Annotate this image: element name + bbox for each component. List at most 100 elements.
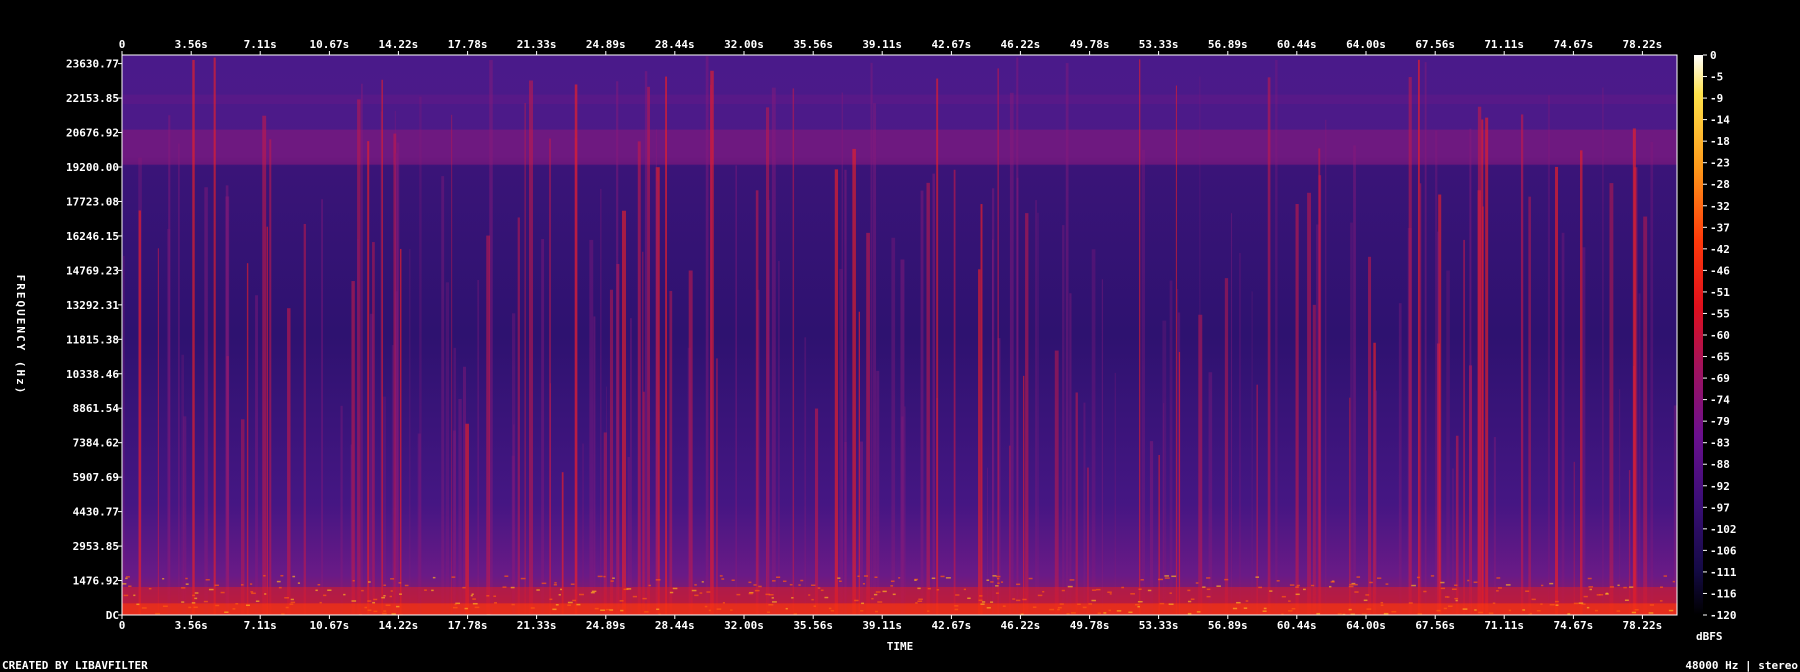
colorbar-tick-label: -18 (1710, 135, 1730, 148)
y-tick-label: 10338.46 (66, 368, 119, 381)
harmonic-speckle (1288, 600, 1291, 602)
harmonic-speckle (1196, 611, 1201, 613)
harmonic-speckle (890, 585, 894, 587)
transient-streak (287, 308, 291, 615)
transient-streak (1162, 320, 1167, 615)
harmonic-speckle (181, 587, 186, 589)
harmonic-speckle (1002, 605, 1006, 607)
harmonic-speckle (875, 591, 881, 593)
harmonic-speckle (1330, 581, 1335, 583)
harmonic-speckle (552, 608, 557, 611)
harmonic-speckle (1061, 589, 1065, 592)
harmonic-speckle (1281, 595, 1286, 598)
harmonic-speckle (203, 600, 208, 603)
transient-streak (1353, 145, 1356, 615)
harmonic-speckle (1302, 588, 1306, 591)
x-tick-label-bottom: 21.33s (517, 619, 557, 632)
harmonic-speckle (1295, 593, 1300, 596)
harmonic-speckle (383, 610, 387, 612)
harmonic-speckle (285, 606, 289, 609)
transient-streak (997, 68, 999, 615)
harmonic-speckle (125, 577, 128, 580)
harmonic-speckle (1648, 612, 1654, 614)
harmonic-speckle (464, 607, 468, 610)
harmonic-speckle (1289, 584, 1295, 586)
x-tick-label-top: 32.00s (724, 38, 764, 51)
y-tick-label: 8861.54 (73, 402, 120, 415)
harmonic-speckle (861, 602, 865, 605)
harmonic-speckle (1288, 610, 1293, 612)
transient-streak (541, 239, 545, 615)
transient-streak (1023, 375, 1025, 615)
harmonic-speckle (399, 593, 402, 595)
transient-streak (458, 398, 462, 615)
harmonic-speckle (220, 591, 225, 594)
harmonic-speckle (351, 600, 357, 602)
harmonic-speckle (892, 593, 896, 596)
colorbar-tick-label: -79 (1710, 415, 1730, 428)
harmonic-speckle (1016, 583, 1021, 586)
harmonic-speckle (648, 584, 651, 587)
harmonic-speckle (1069, 579, 1075, 581)
x-tick-label-top: 0 (119, 38, 126, 51)
harmonic-speckle (927, 610, 930, 612)
transient-streak (1437, 231, 1440, 615)
harmonic-speckle (1291, 607, 1296, 610)
harmonic-speckle (656, 608, 660, 611)
transient-streak (1025, 213, 1029, 615)
harmonic-speckle (255, 600, 260, 602)
transient-streak (1350, 222, 1353, 615)
harmonic-speckle (1423, 590, 1427, 593)
harmonic-speckle (381, 596, 385, 599)
harmonic-speckle (1436, 609, 1441, 612)
harmonic-speckle (771, 597, 774, 599)
transient-streak (1062, 225, 1065, 615)
x-tick-label-bottom: 17.78s (448, 619, 488, 632)
transient-streak (409, 249, 411, 615)
transient-streak (486, 235, 491, 615)
transient-streak (953, 169, 956, 615)
harmonic-speckle (1605, 593, 1609, 595)
colorbar-tick-label: -55 (1710, 307, 1730, 320)
harmonic-speckle (600, 609, 605, 611)
harmonic-speckle (1243, 607, 1248, 609)
harmonic-speckle (246, 604, 250, 607)
harmonic-speckle (765, 593, 770, 596)
transient-streak (367, 141, 370, 615)
harmonic-speckle (1349, 583, 1354, 586)
transient-streak (644, 71, 648, 615)
harmonic-speckle (1169, 592, 1172, 594)
y-axis-label: FREQUENCY (Hz) (14, 275, 27, 396)
transient-streak (926, 182, 930, 615)
harmonic-speckle (871, 597, 874, 600)
harmonic-speckle (541, 582, 547, 585)
transient-streak (394, 291, 398, 615)
transient-streak (213, 57, 216, 615)
x-tick-label-bottom: 42.67s (932, 619, 972, 632)
harmonic-speckle (772, 580, 776, 582)
harmonic-speckle (1672, 580, 1675, 583)
transient-streak (178, 143, 180, 615)
high-frequency-band (122, 129, 1677, 165)
harmonic-speckle (462, 586, 466, 589)
harmonic-speckle (385, 604, 391, 606)
harmonic-speckle (1138, 588, 1142, 590)
harmonic-speckle (292, 575, 296, 578)
harmonic-speckle (791, 597, 794, 599)
transient-streak (1424, 62, 1427, 615)
harmonic-speckle (1216, 585, 1221, 587)
harmonic-speckle (549, 598, 553, 601)
harmonic-speckle (1443, 607, 1447, 610)
harmonic-speckle (1417, 613, 1423, 615)
harmonic-speckle (1263, 607, 1267, 610)
harmonic-speckle (1586, 606, 1590, 609)
harmonic-speckle (1310, 584, 1315, 587)
harmonic-speckle (1096, 588, 1101, 591)
harmonic-speckle (1066, 612, 1070, 615)
harmonic-speckle (1496, 577, 1501, 579)
harmonic-speckle (716, 608, 722, 610)
harmonic-speckle (1624, 599, 1629, 602)
transient-streak (166, 229, 171, 615)
harmonic-speckle (1140, 579, 1144, 581)
transient-streak (978, 269, 981, 615)
